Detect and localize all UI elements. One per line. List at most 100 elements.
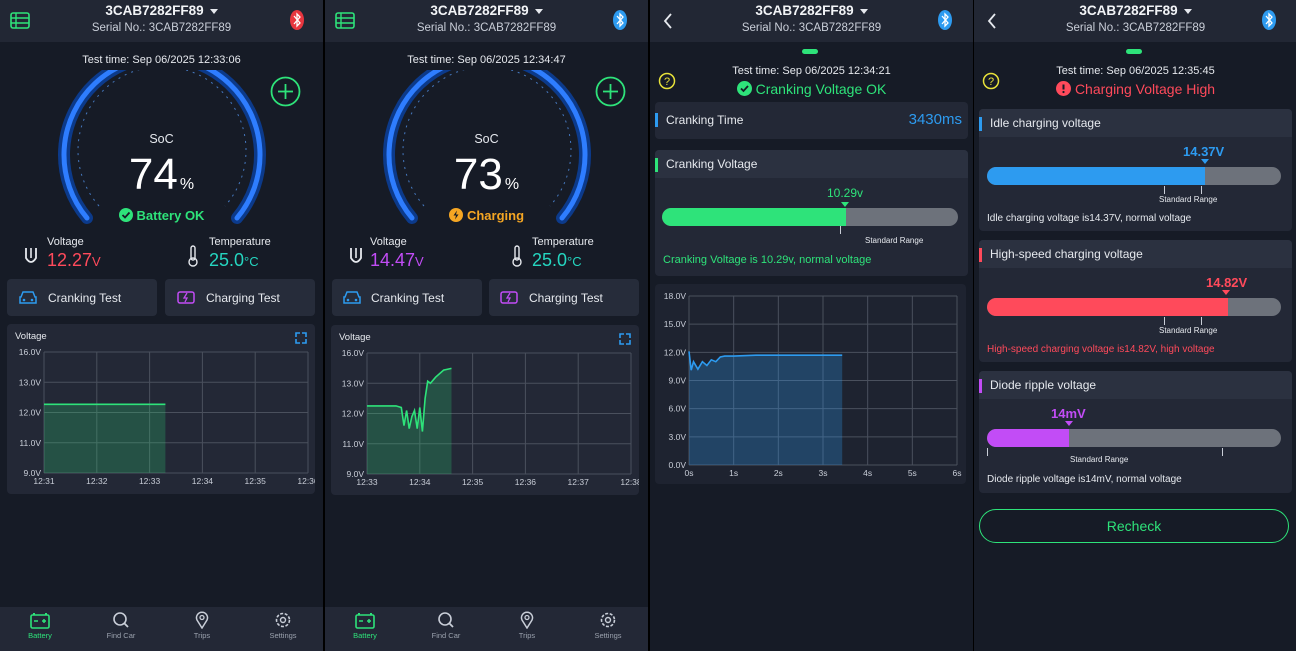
device-name: 3CAB7282FF89 (755, 3, 854, 18)
soc-label: SoC (149, 132, 174, 146)
recheck-button[interactable]: Recheck (979, 509, 1289, 543)
nav-find-car[interactable]: Find Car (81, 611, 161, 640)
voltage-icon (25, 248, 37, 263)
x-tick-label: 12:31 (33, 476, 55, 486)
chevron-down-icon (534, 8, 543, 14)
y-tick-label: 6.0V (669, 404, 687, 414)
range-tick (1164, 186, 1165, 194)
add-device-button[interactable] (595, 76, 626, 107)
cranking-voltage-desc: Cranking Voltage is 10.29v, normal volta… (663, 254, 872, 266)
nav-trips[interactable]: Trips (487, 611, 567, 640)
cranking-test-button[interactable]: Cranking Test (7, 279, 157, 316)
accent-bar (655, 158, 658, 172)
cranking-voltage-card: Cranking Voltage 10.29v Standard Range C… (655, 150, 968, 276)
device-selector[interactable]: 3CAB7282FF89 (974, 3, 1296, 18)
x-tick-label: 12:38 (620, 477, 639, 487)
add-device-button[interactable] (270, 76, 301, 107)
nav-find-car[interactable]: Find Car (406, 611, 486, 640)
temperature-metric: Temperature 25.0°C (532, 236, 594, 270)
device-selector[interactable]: 3CAB7282FF89 (0, 3, 323, 18)
battery-status: Battery OK (0, 208, 323, 223)
voltage-chart: Voltage 16.0V 13.0V 12.0V 11.0V 9.0V 12:31 12:… (7, 324, 315, 494)
y-tick-label: 3.0V (669, 432, 687, 442)
voltage-metric: Voltage 12.27V (47, 236, 101, 270)
chart-plot: 16.0V13.0V12.0V11.0V9.0V12:33 12:34 12:35 1… (342, 348, 639, 487)
bluetooth-icon[interactable] (613, 10, 627, 30)
cranking-chart: 18.0V 15.0V 12.0V 9.0V 6.0V 3.0V 0.0V 0s 1s 2s 3s 4… (655, 284, 966, 484)
bluetooth-icon[interactable] (1262, 10, 1276, 30)
ripple-value: 14mV (1051, 406, 1086, 421)
value-marker (1222, 290, 1230, 295)
battery-status: Charging (325, 208, 648, 223)
nav-settings[interactable]: Settings (568, 611, 648, 640)
nav-battery[interactable]: Battery (325, 611, 405, 640)
check-circle-icon (736, 81, 752, 96)
chevron-down-icon (209, 8, 218, 14)
x-tick-label: 2s (774, 468, 783, 478)
soc-value: 74% (128, 150, 195, 199)
soc-value: 73% (453, 150, 520, 199)
search-icon (438, 612, 454, 628)
status-indicator (802, 49, 818, 54)
device-selector[interactable]: 3CAB7282FF89 (650, 3, 973, 18)
device-name: 3CAB7282FF89 (105, 3, 204, 18)
status-indicator (1126, 49, 1142, 54)
range-tick (840, 226, 841, 234)
x-tick-label: 5s (908, 468, 917, 478)
idle-label: Idle charging voltage (990, 116, 1101, 130)
standard-range-label: Standard Range (1070, 455, 1129, 464)
idle-bar (987, 167, 1281, 185)
high-desc: High-speed charging voltage is14.82V, hi… (987, 344, 1215, 355)
idle-value: 14.37V (1183, 144, 1225, 159)
value-marker (1201, 159, 1209, 164)
x-tick-label: 0s (685, 468, 694, 478)
nav-trips[interactable]: Trips (162, 611, 242, 640)
cranking-voltage-value: 10.29v (827, 186, 864, 200)
accent-bar (655, 113, 658, 127)
test-time: Test time: Sep 06/2025 12:34:21 (732, 65, 891, 77)
series-area (44, 404, 166, 473)
accent-bar (979, 248, 982, 262)
bluetooth-icon[interactable] (938, 10, 952, 30)
serial-number: Serial No.: 3CAB7282FF89 (1065, 22, 1206, 34)
bluetooth-disconnected-icon[interactable] (290, 10, 304, 30)
series-area (367, 368, 452, 474)
cranking-test-button[interactable]: Cranking Test (332, 279, 482, 316)
device-name: 3CAB7282FF89 (1079, 3, 1178, 18)
charging-test-button[interactable]: Charging Test (165, 279, 315, 316)
standard-range-label: Standard Range (1159, 326, 1218, 335)
test-time: Test time: Sep 06/2025 12:34:47 (407, 54, 566, 66)
voltage-chart: Voltage 16.0V 13.0V 12.0V 11.0V 9.0V 12:33 12:… (331, 325, 639, 495)
chart-plot: 16.0V13.0V12.0V11.0V9.0V12:31 12:32 12:33 1… (19, 347, 315, 486)
charging-test-button[interactable]: Charging Test (489, 279, 639, 316)
nav-settings[interactable]: Settings (243, 611, 323, 640)
y-tick-label: 12.0V (19, 408, 42, 418)
high-value: 14.82V (1206, 275, 1248, 290)
high-bar-fill (987, 298, 1229, 316)
x-tick-label: 12:36 (297, 476, 315, 486)
standard-range-label: Standard Range (865, 236, 924, 245)
x-tick-label: 12:34 (192, 476, 214, 486)
battery-charge-icon (177, 291, 195, 304)
x-tick-label: 12:33 (139, 476, 161, 486)
map-pin-icon (195, 611, 209, 629)
high-bar (987, 298, 1281, 316)
nav-battery[interactable]: Battery (0, 611, 80, 640)
y-tick-label: 13.0V (19, 377, 42, 387)
x-tick-label: 12:37 (568, 477, 590, 487)
device-selector[interactable]: 3CAB7282FF89 (325, 3, 648, 18)
x-tick-label: 12:34 (409, 477, 431, 487)
x-tick-label: 12:36 (515, 477, 537, 487)
idle-charging-card: Idle charging voltage 14.37V Standard Ra… (979, 109, 1292, 231)
cranking-status: Cranking Voltage OK (650, 81, 973, 97)
x-tick-label: 1s (729, 468, 738, 478)
thermometer-icon (188, 245, 198, 267)
screen-charging-result: 3CAB7282FF89 Serial No.: 3CAB7282FF89 ? … (974, 0, 1296, 651)
standard-range-label: Standard Range (1159, 195, 1218, 204)
y-tick-label: 12.0V (342, 409, 365, 419)
temperature-metric: Temperature 25.0°C (209, 236, 271, 270)
y-tick-label: 11.0V (342, 439, 364, 449)
voltage-metric: Voltage 14.47V (370, 236, 424, 270)
bottom-nav: Battery Find Car Trips Settings (0, 607, 323, 651)
car-icon (343, 291, 361, 304)
